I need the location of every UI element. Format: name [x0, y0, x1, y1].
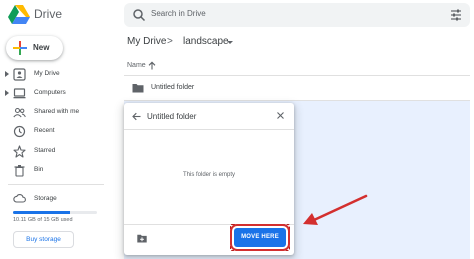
- sidebar-divider: [8, 184, 104, 185]
- trash-icon: [14, 165, 25, 177]
- sort-up-arrow-icon[interactable]: [148, 61, 156, 70]
- new-folder-icon[interactable]: [137, 234, 147, 243]
- storage-usage-text: 10.11 GB of 15 GB used: [13, 217, 73, 223]
- star-icon: [13, 145, 26, 158]
- close-icon[interactable]: [276, 111, 285, 120]
- buy-storage-label: Buy storage: [26, 236, 61, 243]
- header: Drive Search in Drive: [0, 0, 474, 30]
- people-icon: [13, 107, 26, 118]
- computer-icon: [13, 88, 26, 99]
- brand-name: Drive: [34, 7, 63, 21]
- empty-folder-message: This folder is empty: [182, 172, 236, 178]
- sidebar-item-shared-with-me[interactable]: Shared with me: [0, 104, 120, 122]
- storage-bar-fill: [13, 211, 70, 214]
- sidebar-item-label: Bin: [34, 166, 44, 173]
- sidebar-item-recent[interactable]: Recent: [0, 123, 120, 141]
- move-dialog: Untitled folder This folder is empty MOV…: [124, 103, 294, 255]
- sidebar-item-label: Computers: [34, 89, 66, 96]
- buy-storage-button[interactable]: Buy storage: [13, 231, 74, 248]
- sidebar-item-label: My Drive: [34, 70, 60, 77]
- back-arrow-icon[interactable]: [132, 112, 141, 121]
- sidebar-item-label: Recent: [34, 127, 55, 134]
- list-item[interactable]: Untitled folder: [124, 76, 470, 100]
- expand-arrow-icon[interactable]: [5, 71, 9, 77]
- move-here-button[interactable]: MOVE HERE: [234, 228, 286, 247]
- search-input[interactable]: Search in Drive: [151, 9, 206, 18]
- dialog-divider: [124, 129, 294, 130]
- cloud-icon: [13, 194, 26, 203]
- clock-icon: [13, 125, 26, 138]
- new-button-label: New: [33, 43, 50, 52]
- storage-bar: [13, 211, 97, 214]
- plus-icon: [13, 41, 27, 55]
- expand-arrow-icon[interactable]: [5, 90, 9, 96]
- sidebar-item-starred[interactable]: Starred: [0, 143, 120, 161]
- new-button[interactable]: New: [6, 36, 63, 60]
- dialog-divider: [124, 224, 294, 225]
- breadcrumb-current[interactable]: landscape: [183, 36, 229, 47]
- folder-icon: [132, 84, 144, 93]
- sidebar-item-computers[interactable]: Computers: [0, 85, 120, 103]
- move-here-label: MOVE HERE: [241, 234, 279, 240]
- search-options-icon[interactable]: [450, 9, 462, 21]
- search-icon[interactable]: [132, 8, 146, 22]
- column-header-name[interactable]: Name: [127, 62, 146, 69]
- folder-name: Untitled folder: [151, 84, 195, 91]
- breadcrumb-root[interactable]: My Drive: [127, 36, 166, 47]
- sidebar-item-my-drive[interactable]: My Drive: [0, 66, 120, 84]
- dialog-title: Untitled folder: [147, 112, 197, 121]
- dropdown-caret-icon[interactable]: [227, 41, 233, 44]
- sidebar-item-label: Starred: [34, 147, 56, 154]
- drive-logo-icon[interactable]: [8, 5, 30, 24]
- my-drive-icon: [13, 68, 26, 81]
- annotation-arrow-icon: [303, 194, 368, 225]
- breadcrumb-separator: >: [167, 36, 173, 47]
- sidebar-item-label: Shared with me: [34, 108, 80, 115]
- storage-label: Storage: [34, 195, 57, 202]
- search-bar[interactable]: Search in Drive: [124, 3, 470, 27]
- sidebar-item-bin[interactable]: Bin: [0, 162, 120, 180]
